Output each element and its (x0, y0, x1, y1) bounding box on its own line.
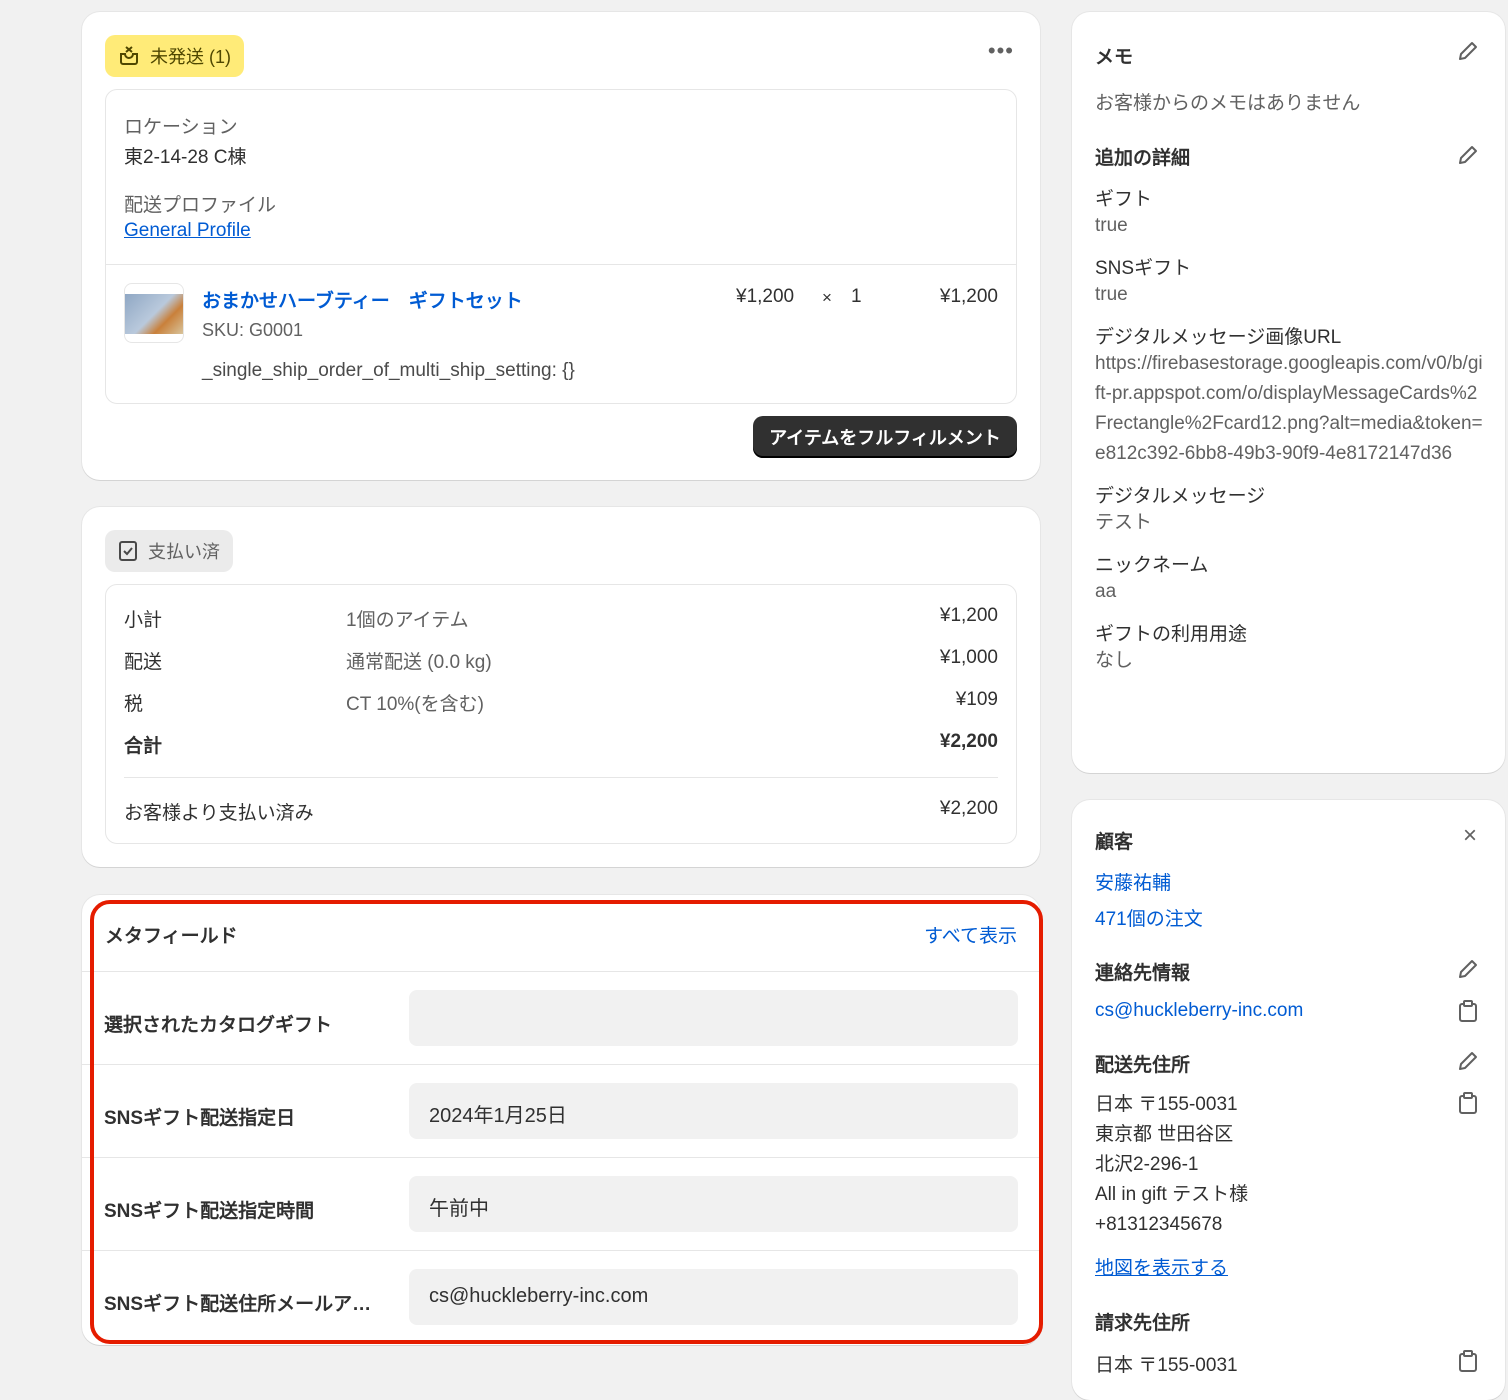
detail-value: なし (1095, 650, 1134, 671)
customer-title: 顧客 (1095, 832, 1134, 853)
copy-billing-clipboard-icon[interactable] (1459, 1350, 1477, 1372)
address-line: 日本 〒155-0031 (1095, 1094, 1238, 1115)
customer-name-link[interactable]: 安藤祐輔 (1095, 868, 1171, 895)
detail-label: デジタルメッセージ画像URL (1095, 327, 1342, 348)
product-name-link[interactable]: おまかせハーブティー ギフトセット (202, 286, 523, 313)
shipping-title: 配送先住所 (1095, 1055, 1191, 1076)
paid-label: お客様より支払い済み (124, 803, 314, 824)
edit-notes-pencil-icon[interactable] (1457, 40, 1479, 62)
receipt-check-icon (118, 540, 138, 562)
billing-address-line: 日本 〒155-0031 (1095, 1355, 1238, 1376)
detail-value: true (1095, 284, 1128, 305)
remove-customer-close-icon[interactable]: × (1463, 822, 1477, 850)
times-sign: × (822, 288, 832, 307)
customer-email-link[interactable]: cs@huckleberry-inc.com (1095, 1000, 1303, 1022)
divider (106, 264, 1016, 265)
badge-label: 未発送 (1) (150, 47, 231, 67)
location-value: 東2-14-28 C棟 (124, 147, 247, 168)
general-profile-link[interactable]: General Profile (124, 220, 251, 242)
row-label: 合計 (124, 736, 163, 757)
address-line: 東京都 世田谷区 (1095, 1124, 1234, 1145)
notes-card: メモ お客様からのメモはありません 追加の詳細 ギフト true SNSギフト … (1072, 12, 1505, 773)
unfulfilled-icon (118, 45, 140, 67)
detail-label: ギフトの利用用途 (1095, 624, 1248, 645)
row-amount: ¥2,200 (939, 731, 998, 752)
shipping-address: 日本 〒155-0031 東京都 世田谷区 北沢2-296-1 All in g… (1095, 1090, 1248, 1240)
customer-orders-link[interactable]: 471個の注文 (1095, 904, 1203, 931)
payment-card: 支払い済 小計 1個のアイテム ¥1,200 配送 通常配送 (0.0 kg) … (82, 507, 1040, 867)
payment-summary: 小計 1個のアイテム ¥1,200 配送 通常配送 (0.0 kg) ¥1,00… (105, 584, 1017, 844)
detail-value: aa (1095, 581, 1117, 602)
edit-details-pencil-icon[interactable] (1457, 144, 1479, 166)
details-list: ギフト true SNSギフト true デジタルメッセージ画像URL http… (1095, 172, 1483, 676)
row-desc: 1個のアイテム (346, 610, 469, 631)
view-map-link[interactable]: 地図を表示する (1095, 1253, 1228, 1280)
row-label: 税 (124, 694, 144, 715)
quantity: 1 (851, 286, 862, 307)
highlight-outline (90, 900, 1043, 1344)
line-total: ¥1,200 (939, 286, 998, 307)
billing-title: 請求先住所 (1095, 1313, 1191, 1334)
row-amount: ¥1,200 (939, 605, 998, 626)
paid-badge: 支払い済 (105, 530, 233, 572)
unit-price: ¥1,200 (736, 286, 795, 307)
product-thumbnail[interactable] (124, 283, 184, 343)
fulfillment-card: 未発送 (1) ••• ロケーション 東2-14-28 C棟 配送プロファイル … (82, 12, 1040, 480)
row-desc: CT 10%(を含む) (346, 694, 484, 715)
row-label: 配送 (124, 652, 163, 673)
detail-label: ギフト (1095, 189, 1153, 210)
detail-value: true (1095, 215, 1128, 236)
profile-label: 配送プロファイル (124, 195, 277, 216)
notes-title: メモ (1095, 47, 1134, 68)
divider (124, 777, 998, 778)
location-label: ロケーション (124, 117, 238, 138)
paid-amount: ¥2,200 (939, 798, 998, 819)
fulfill-items-button[interactable]: アイテムをフルフィルメント (753, 416, 1017, 458)
detail-label: SNSギフト (1095, 258, 1192, 279)
copy-address-clipboard-icon[interactable] (1459, 1092, 1477, 1114)
row-amount: ¥1,000 (939, 647, 998, 668)
detail-value: テスト (1095, 512, 1153, 533)
product-sku: SKU: G0001 (202, 320, 304, 340)
detail-value: https://firebasestorage.googleapis.com/v… (1095, 353, 1483, 464)
contact-title: 連絡先情報 (1095, 963, 1191, 984)
details-title: 追加の詳細 (1095, 148, 1191, 169)
row-label: 小計 (124, 610, 163, 631)
badge-label: 支払い済 (148, 542, 220, 562)
address-line: 北沢2-296-1 (1095, 1154, 1199, 1175)
address-line: All in gift テスト様 (1095, 1184, 1249, 1205)
row-desc: 通常配送 (0.0 kg) (346, 652, 492, 673)
customer-card: 顧客 × 安藤祐輔 471個の注文 連絡先情報 cs@huckleberry-i… (1072, 800, 1505, 1400)
detail-label: ニックネーム (1095, 555, 1209, 576)
address-line: +81312345678 (1095, 1214, 1223, 1235)
fulfillment-inner: ロケーション 東2-14-28 C棟 配送プロファイル General Prof… (105, 89, 1017, 404)
unfulfilled-badge: 未発送 (1) (105, 35, 244, 77)
copy-email-clipboard-icon[interactable] (1459, 1000, 1477, 1022)
notes-empty: お客様からのメモはありません (1095, 93, 1361, 114)
edit-shipping-pencil-icon[interactable] (1457, 1050, 1479, 1072)
detail-label: デジタルメッセージ (1095, 486, 1266, 507)
row-amount: ¥109 (955, 689, 998, 710)
product-property: _single_ship_order_of_multi_ship_setting… (202, 360, 575, 381)
edit-contact-pencil-icon[interactable] (1457, 958, 1479, 980)
more-actions-button[interactable]: ••• (988, 38, 1014, 64)
